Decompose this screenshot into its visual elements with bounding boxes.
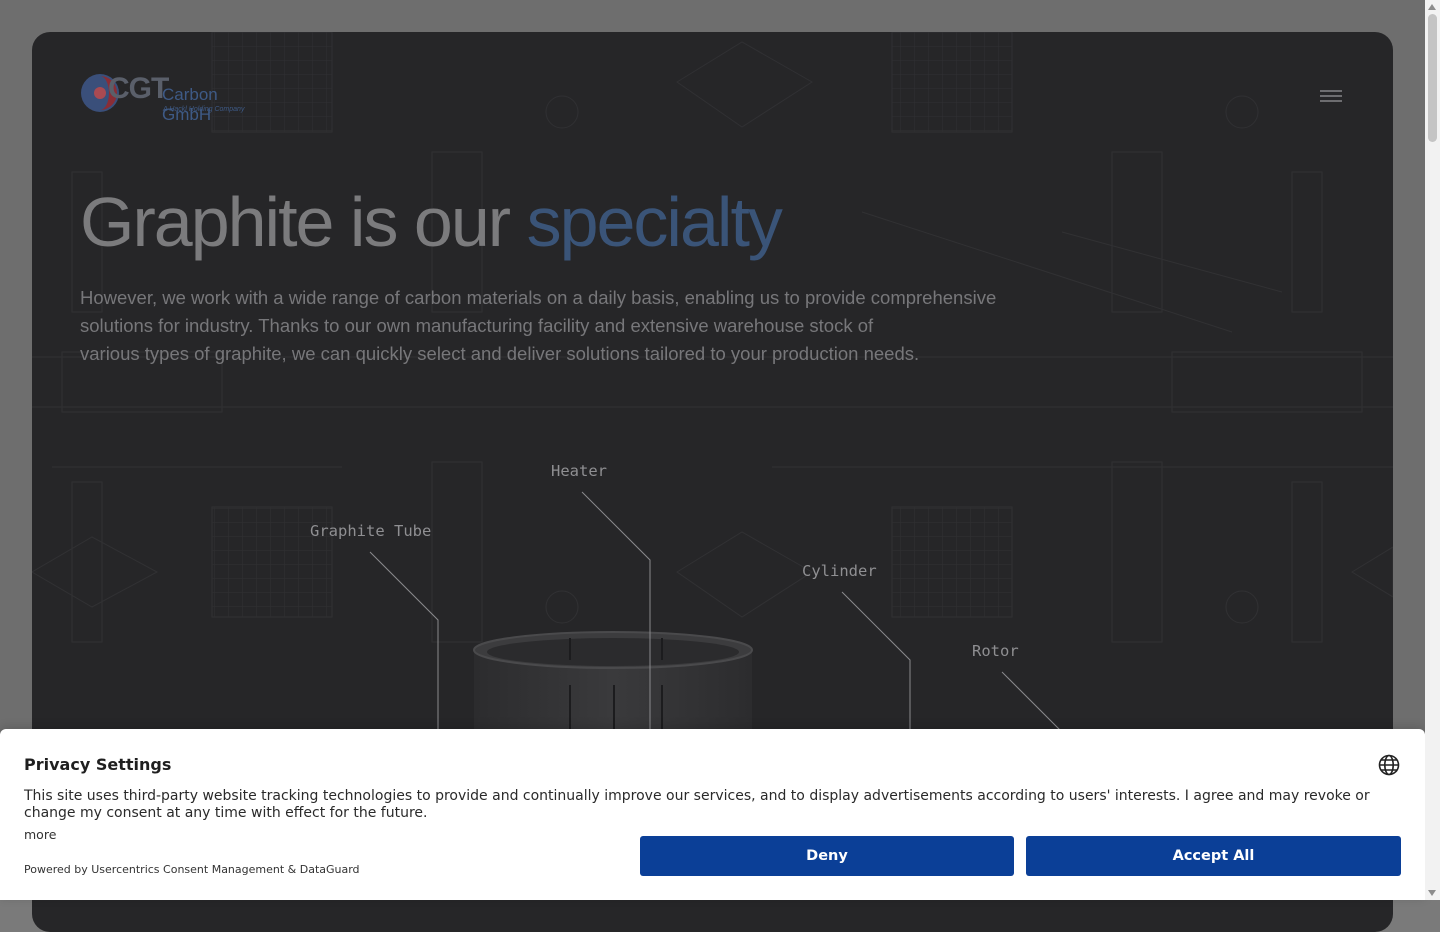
globe-icon[interactable] <box>1378 754 1400 776</box>
scroll-up-arrow-icon[interactable] <box>1428 4 1436 10</box>
consent-more-link[interactable]: more <box>24 827 56 842</box>
callout-heater[interactable]: Heater <box>551 462 607 480</box>
consent-body-text: This site uses third-party website track… <box>24 788 1370 821</box>
consent-powered-by: Powered by Usercentrics Consent Manageme… <box>24 863 360 876</box>
page-scrollbar[interactable] <box>1425 0 1440 900</box>
deny-button[interactable]: Deny <box>640 836 1014 876</box>
callout-rotor[interactable]: Rotor <box>972 642 1019 660</box>
privacy-consent-banner: Privacy Settings This site uses third-pa… <box>0 729 1425 900</box>
callout-cylinder[interactable]: Cylinder <box>802 562 877 580</box>
accept-all-button[interactable]: Accept All <box>1026 836 1401 876</box>
scrollbar-thumb[interactable] <box>1428 14 1437 142</box>
consent-title: Privacy Settings <box>24 755 172 774</box>
callout-graphite-tube[interactable]: Graphite Tube <box>310 522 431 540</box>
scroll-down-arrow-icon[interactable] <box>1428 890 1436 896</box>
callout-leader-lines <box>369 491 1063 733</box>
